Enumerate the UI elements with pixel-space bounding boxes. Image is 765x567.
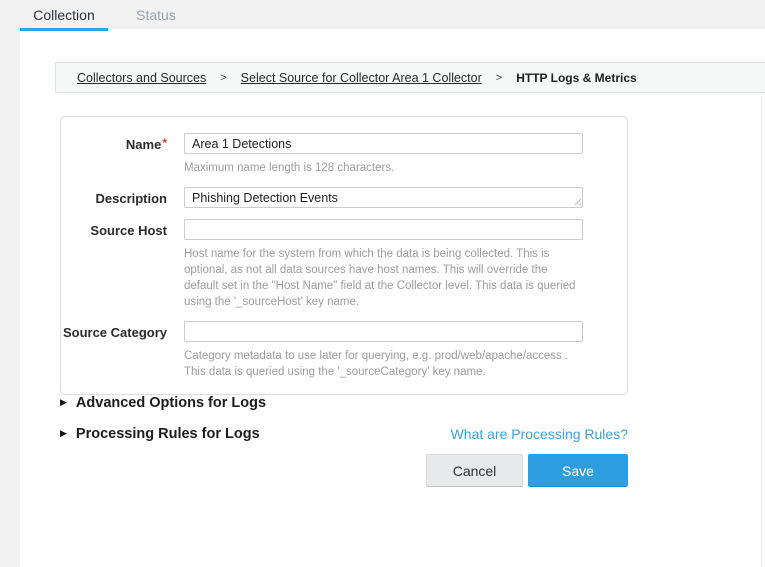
source-category-row: Source Category Category metadata to use…: [61, 321, 627, 380]
tab-status[interactable]: Status: [122, 0, 190, 29]
processing-rules-title: Processing Rules for Logs: [76, 426, 260, 442]
panel-right-edge-divider: [761, 95, 762, 567]
main-panel: Collectors and Sources > Select Source f…: [20, 29, 765, 567]
tab-collection-label: Collection: [33, 7, 94, 23]
source-host-label: Source Host: [61, 219, 167, 310]
breadcrumb-current-page: HTTP Logs & Metrics: [516, 71, 636, 85]
breadcrumb: Collectors and Sources > Select Source f…: [55, 62, 765, 93]
expand-triangle-icon: ▶: [60, 430, 67, 439]
breadcrumb-separator: >: [496, 72, 502, 84]
source-category-help-text: Category metadata to use later for query…: [184, 348, 583, 380]
tab-collection[interactable]: Collection: [20, 0, 108, 29]
save-button[interactable]: Save: [528, 454, 628, 487]
name-input[interactable]: [184, 133, 583, 154]
breadcrumb-separator: >: [220, 72, 226, 84]
breadcrumb-link-select-source[interactable]: Select Source for Collector Area 1 Colle…: [241, 71, 482, 85]
name-row: Name* Maximum name length is 128 charact…: [61, 133, 627, 176]
description-label: Description: [61, 187, 167, 208]
source-config-form: Name* Maximum name length is 128 charact…: [60, 116, 628, 395]
section-processing-rules[interactable]: ▶ Processing Rules for Logs What are Pro…: [60, 426, 628, 442]
source-host-input[interactable]: [184, 219, 583, 240]
name-label: Name*: [61, 133, 167, 176]
tab-bar: Collection Status: [0, 0, 765, 29]
advanced-options-title: Advanced Options for Logs: [76, 395, 266, 411]
breadcrumb-link-collectors-and-sources[interactable]: Collectors and Sources: [77, 71, 206, 85]
source-host-row: Source Host Host name for the system fro…: [61, 219, 627, 310]
source-category-label: Source Category: [61, 321, 167, 380]
tab-status-label: Status: [136, 7, 176, 23]
source-category-input[interactable]: [184, 321, 583, 342]
section-advanced-options[interactable]: ▶ Advanced Options for Logs: [60, 395, 628, 411]
description-row: Description Phishing Detection Events: [61, 187, 627, 208]
cancel-button[interactable]: Cancel: [426, 454, 523, 487]
description-textarea[interactable]: Phishing Detection Events: [184, 187, 583, 208]
processing-rules-help-link[interactable]: What are Processing Rules?: [451, 426, 628, 442]
required-asterisk: *: [162, 136, 167, 150]
expand-triangle-icon: ▶: [60, 399, 67, 408]
source-host-help-text: Host name for the system from which the …: [184, 246, 583, 310]
name-help-text: Maximum name length is 128 characters.: [184, 160, 583, 176]
form-actions: Cancel Save: [60, 454, 628, 487]
